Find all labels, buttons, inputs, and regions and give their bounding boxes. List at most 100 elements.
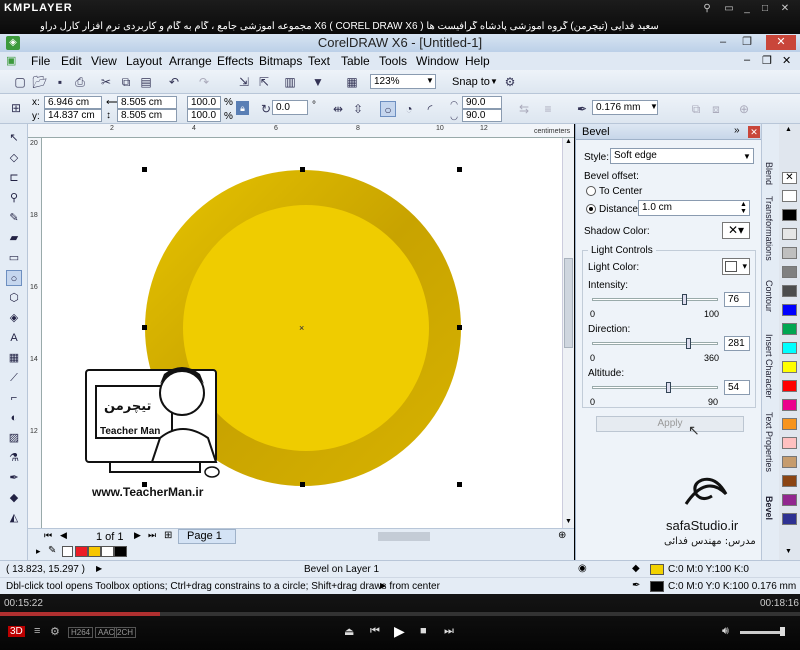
next-icon[interactable]: ⏭ bbox=[444, 625, 454, 638]
text-tool-icon[interactable]: A bbox=[6, 330, 22, 346]
distance-input[interactable]: 1.0 cm bbox=[638, 200, 750, 216]
scale-width-input[interactable]: 100.0 bbox=[187, 96, 221, 109]
menu-edit[interactable]: Edit bbox=[61, 54, 82, 68]
palette-swatch[interactable] bbox=[782, 285, 797, 297]
direction-thumb[interactable] bbox=[686, 338, 691, 349]
doc-minimize-button[interactable]: – bbox=[744, 54, 750, 66]
doc-color-swatch[interactable] bbox=[114, 546, 127, 557]
drawing-canvas[interactable]: × تیچرمن Teacher Man www.TeacherMan.ir bbox=[42, 138, 562, 528]
previous-icon[interactable]: ⏮ bbox=[370, 625, 380, 638]
km-minimize-button[interactable]: _ bbox=[740, 3, 754, 15]
volume-icon[interactable]: 🔊︎ bbox=[722, 625, 729, 638]
convert-to-curves-icon[interactable]: ⊕ bbox=[736, 101, 752, 117]
intensity-thumb[interactable] bbox=[682, 294, 687, 305]
direction-input[interactable]: 281 bbox=[724, 336, 750, 351]
palette-swatch[interactable] bbox=[782, 475, 797, 487]
intensity-input[interactable]: 76 bbox=[724, 292, 750, 307]
to-center-radio[interactable] bbox=[586, 186, 596, 196]
style-select[interactable]: Soft edge bbox=[610, 148, 754, 164]
copy-icon[interactable]: ⧉ bbox=[118, 74, 134, 90]
outline-tool-icon[interactable]: ✒ bbox=[6, 470, 22, 486]
palette-swatch[interactable] bbox=[782, 494, 797, 506]
palette-swatch[interactable] bbox=[782, 513, 797, 525]
palette-swatch[interactable] bbox=[782, 456, 797, 468]
shape-tool-icon[interactable]: ◇ bbox=[6, 150, 22, 166]
save-icon[interactable]: ▪ bbox=[52, 74, 68, 90]
cut-icon[interactable]: ✂ bbox=[98, 74, 114, 90]
angle-input[interactable]: 0.0 bbox=[272, 100, 308, 115]
x-position-input[interactable]: 6.946 cm bbox=[44, 96, 102, 109]
pin-icon[interactable]: ⚲ bbox=[700, 3, 714, 15]
minimize-button[interactable]: – bbox=[712, 35, 734, 50]
first-page-icon[interactable]: ⏮ bbox=[44, 530, 52, 541]
palette-swatch[interactable] bbox=[782, 342, 797, 354]
palette-swatch[interactable] bbox=[782, 228, 797, 240]
bevel-inner-circle[interactable] bbox=[183, 205, 429, 451]
ellipse-mode-icon[interactable]: ○ bbox=[380, 101, 396, 117]
altitude-slider[interactable] bbox=[592, 386, 718, 389]
chevron-down-icon[interactable]: ▼ bbox=[650, 102, 658, 111]
snap-to-button[interactable]: Snap to bbox=[452, 76, 490, 88]
tab-insert-character[interactable]: Insert Character bbox=[764, 334, 774, 399]
tab-text-properties[interactable]: Text Properties bbox=[764, 412, 774, 472]
outline-color-swatch[interactable] bbox=[650, 581, 664, 592]
wrap-text-icon[interactable]: ≡ bbox=[540, 101, 556, 117]
add-page-icon[interactable]: ⊞ bbox=[164, 530, 172, 541]
volume-slider[interactable] bbox=[740, 631, 782, 634]
no-fill-swatch[interactable]: ✕ bbox=[782, 172, 797, 184]
app-launcher-icon[interactable]: ▼ bbox=[310, 74, 326, 90]
paste-icon[interactable]: ▤ bbox=[138, 74, 154, 90]
palette-scroll-up-icon[interactable]: ▲ bbox=[785, 126, 792, 133]
apply-button[interactable]: Apply bbox=[596, 416, 744, 432]
basic-shapes-icon[interactable]: ◈ bbox=[6, 310, 22, 326]
3d-badge[interactable]: 3D bbox=[8, 626, 25, 637]
transparency-tool-icon[interactable]: ▨ bbox=[6, 430, 22, 446]
menu-text[interactable]: Text bbox=[308, 54, 330, 68]
intensity-slider[interactable] bbox=[592, 298, 718, 301]
end-angle-input[interactable]: 90.0 bbox=[462, 109, 502, 122]
km-maximize-button[interactable]: □ bbox=[758, 3, 772, 15]
new-icon[interactable]: ▢ bbox=[12, 74, 28, 90]
undo-icon[interactable]: ↶ bbox=[166, 74, 182, 90]
stop-icon[interactable]: ■ bbox=[420, 625, 427, 637]
export-icon[interactable]: ⇱ bbox=[256, 74, 272, 90]
welcome-screen-icon[interactable]: ▦ bbox=[344, 74, 360, 90]
tab-contour[interactable]: Contour bbox=[764, 280, 774, 312]
volume-thumb[interactable] bbox=[780, 627, 785, 636]
chevron-down-icon[interactable]: ▼ bbox=[426, 76, 434, 85]
palette-swatch[interactable] bbox=[782, 399, 797, 411]
doc-color-swatch[interactable] bbox=[88, 546, 101, 557]
menu-icon[interactable]: ≡ bbox=[34, 625, 40, 637]
print-icon[interactable]: ⎙ bbox=[72, 74, 88, 90]
scale-height-input[interactable]: 100.0 bbox=[187, 109, 221, 122]
km-menu-icon[interactable]: ▭ bbox=[722, 3, 736, 15]
chevron-down-icon[interactable]: ▼ bbox=[743, 152, 751, 161]
options-icon[interactable]: ⚙ bbox=[502, 74, 518, 90]
last-page-icon[interactable]: ⏭ bbox=[148, 530, 156, 541]
horizontal-scroll-thumb[interactable] bbox=[378, 532, 430, 541]
palette-swatch[interactable] bbox=[782, 418, 797, 430]
mirror-horizontal-icon[interactable]: ⇹ bbox=[330, 101, 346, 117]
menu-bitmaps[interactable]: Bitmaps bbox=[259, 54, 302, 68]
restore-button[interactable]: ❐ bbox=[736, 35, 758, 50]
vertical-scrollbar[interactable]: ▲ ▼ bbox=[562, 138, 574, 528]
chevron-right-icon[interactable]: ▶ bbox=[96, 564, 102, 573]
import-icon[interactable]: ⇲ bbox=[236, 74, 252, 90]
doc-restore-button[interactable]: ❐ bbox=[762, 54, 772, 67]
pie-mode-icon[interactable]: ◔ bbox=[401, 101, 417, 117]
start-angle-input[interactable]: 90.0 bbox=[462, 96, 502, 109]
doc-close-button[interactable]: ✕ bbox=[782, 54, 791, 67]
chevron-down-icon[interactable]: ▼ bbox=[490, 77, 498, 86]
dimension-tool-icon[interactable]: ⟋ bbox=[6, 370, 22, 386]
color-proof-icon[interactable]: ◉ bbox=[578, 563, 587, 574]
menu-effects[interactable]: Effects bbox=[217, 54, 253, 68]
to-front-icon[interactable]: ⧉ bbox=[688, 101, 704, 117]
scroll-down-icon[interactable]: ▼ bbox=[565, 518, 572, 525]
palette-swatch[interactable] bbox=[782, 190, 797, 202]
palette-swatch[interactable] bbox=[782, 209, 797, 221]
direction-icon[interactable]: ⇆ bbox=[516, 101, 532, 117]
palette-swatch[interactable] bbox=[782, 437, 797, 449]
rectangle-tool-icon[interactable]: ▭ bbox=[6, 250, 22, 266]
interactive-fill-icon[interactable]: ◭ bbox=[6, 510, 22, 526]
fill-color-swatch[interactable] bbox=[650, 564, 664, 575]
